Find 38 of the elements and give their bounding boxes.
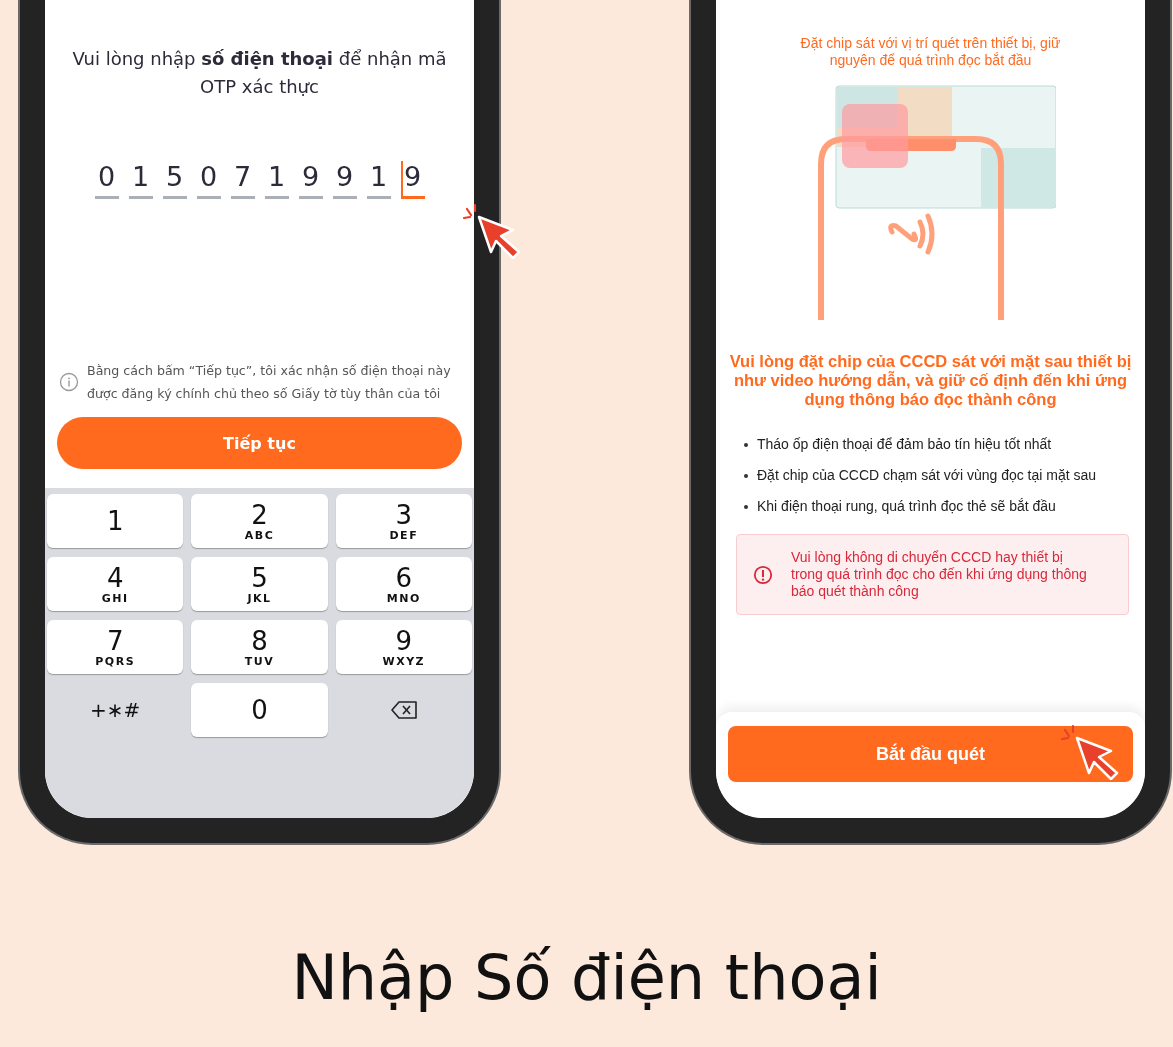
pointer-cursor-icon bbox=[1061, 724, 1121, 780]
digit-cell[interactable]: 9 bbox=[298, 161, 323, 199]
info-icon bbox=[59, 372, 79, 392]
bullet-icon bbox=[744, 442, 748, 447]
instruction-text: Vui lòng đặt chip của CCCD sát với mặt sau thiết bị như video hướng dẫn, và giữ cố định đến khi ứng dụng thông báo đọc thành công bbox=[728, 352, 1133, 409]
digit-cell[interactable]: 1 bbox=[264, 161, 289, 199]
prompt-text: Vui lòng nhập số điện thoại để nhận mã OTP xác thực bbox=[71, 47, 448, 99]
keypad-key[interactable]: 6 MNO bbox=[335, 557, 472, 611]
keypad-key[interactable]: 8 TUV bbox=[191, 620, 328, 674]
backspace-icon[interactable] bbox=[389, 700, 418, 720]
digit-cell[interactable]: 9 bbox=[332, 161, 357, 199]
symbols-key[interactable]: +∗# bbox=[47, 683, 184, 737]
keypad-key[interactable]: 1 bbox=[47, 494, 184, 548]
keypad-key[interactable]: 4 GHI bbox=[47, 557, 184, 611]
tip-item: Đặt chip của CCCD chạm sát với vùng đọc tại mặt sau bbox=[757, 466, 1097, 485]
tip-item: Tháo ốp điện thoại để đảm bảo tín hiệu tốt nhất bbox=[757, 435, 1052, 454]
hint-text: Đặt chip sát với vị trí quét trên thiết bị, giữ nguyên để quá trình đọc bắt đầu bbox=[799, 35, 1062, 69]
keypad-key[interactable]: 0 bbox=[191, 683, 328, 737]
bullet-icon bbox=[744, 504, 748, 509]
digit-cell[interactable]: 1 bbox=[128, 161, 153, 199]
digit-cell[interactable]: 5 bbox=[162, 161, 187, 199]
digit-cell[interactable]: 0 bbox=[196, 161, 221, 199]
nfc-icon bbox=[887, 213, 934, 255]
digit-cell[interactable]: 9 bbox=[400, 161, 425, 199]
keypad-key[interactable]: 9 WXYZ bbox=[335, 620, 472, 674]
warning-icon bbox=[753, 564, 773, 585]
digit-cell[interactable]: 7 bbox=[230, 161, 255, 199]
keypad-key[interactable]: 7 PQRS bbox=[47, 620, 184, 674]
bullet-icon bbox=[744, 473, 748, 478]
digit-cell[interactable]: 1 bbox=[366, 161, 391, 199]
keypad-key[interactable]: 5 JKL bbox=[191, 557, 328, 611]
warning-text: Vui lòng không di chuyển CCCD hay thiết bị trong quá trình đọc cho đến khi ứng dụng thông báo quét thành công bbox=[791, 549, 1088, 600]
keypad-key[interactable]: 3 DEF bbox=[335, 494, 472, 548]
tip-item: Khi điện thoại rung, quá trình đọc thẻ sẽ bắt đầu bbox=[757, 497, 1056, 516]
consent-note: Bằng cách bấm “Tiếp tục”, tôi xác nhận số điện thoại này được đăng ký chính chủ theo số Giấy tờ tùy thân của tôi bbox=[87, 362, 452, 403]
digit-cell[interactable]: 0 bbox=[94, 161, 119, 199]
caption-title: Nhập Số điện thoại bbox=[290, 941, 883, 1014]
keypad-key[interactable]: 2 ABC bbox=[191, 494, 328, 548]
